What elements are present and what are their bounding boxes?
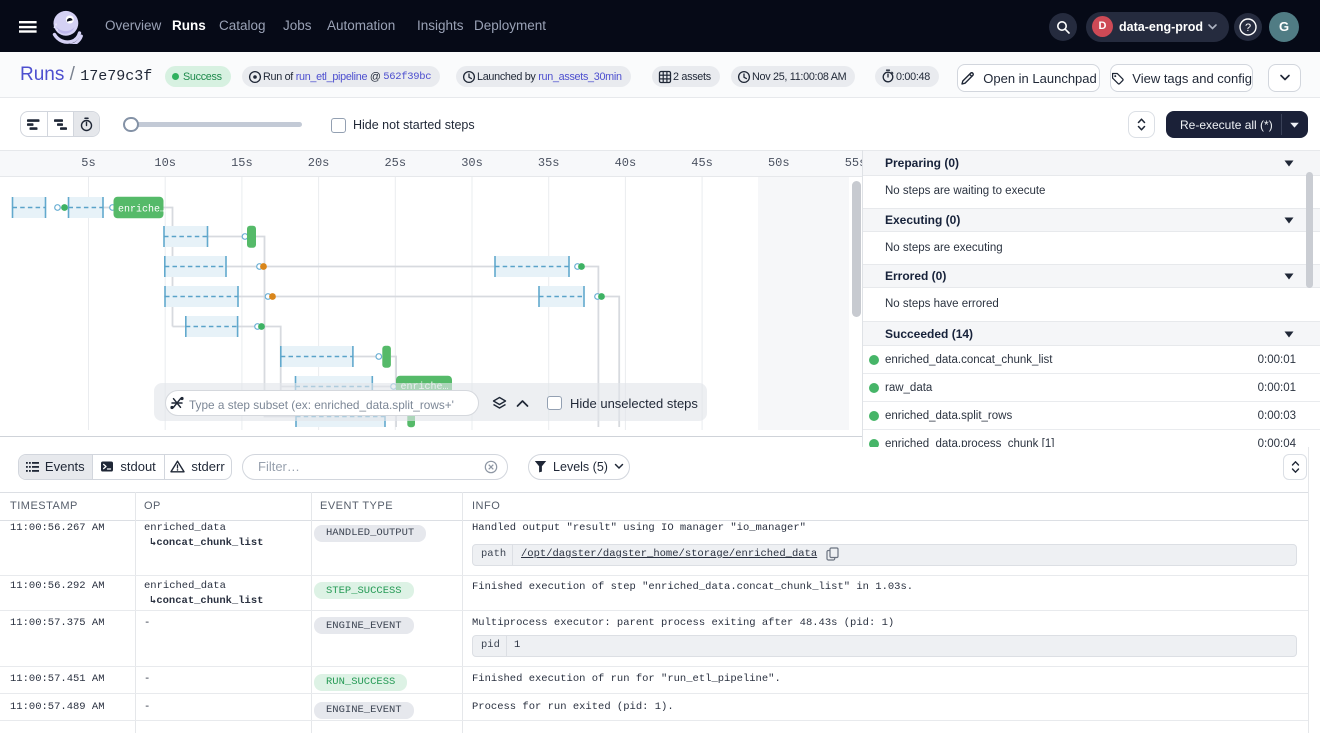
svg-text:enriche…: enriche… xyxy=(118,204,166,216)
svg-text:?: ? xyxy=(1245,22,1251,34)
